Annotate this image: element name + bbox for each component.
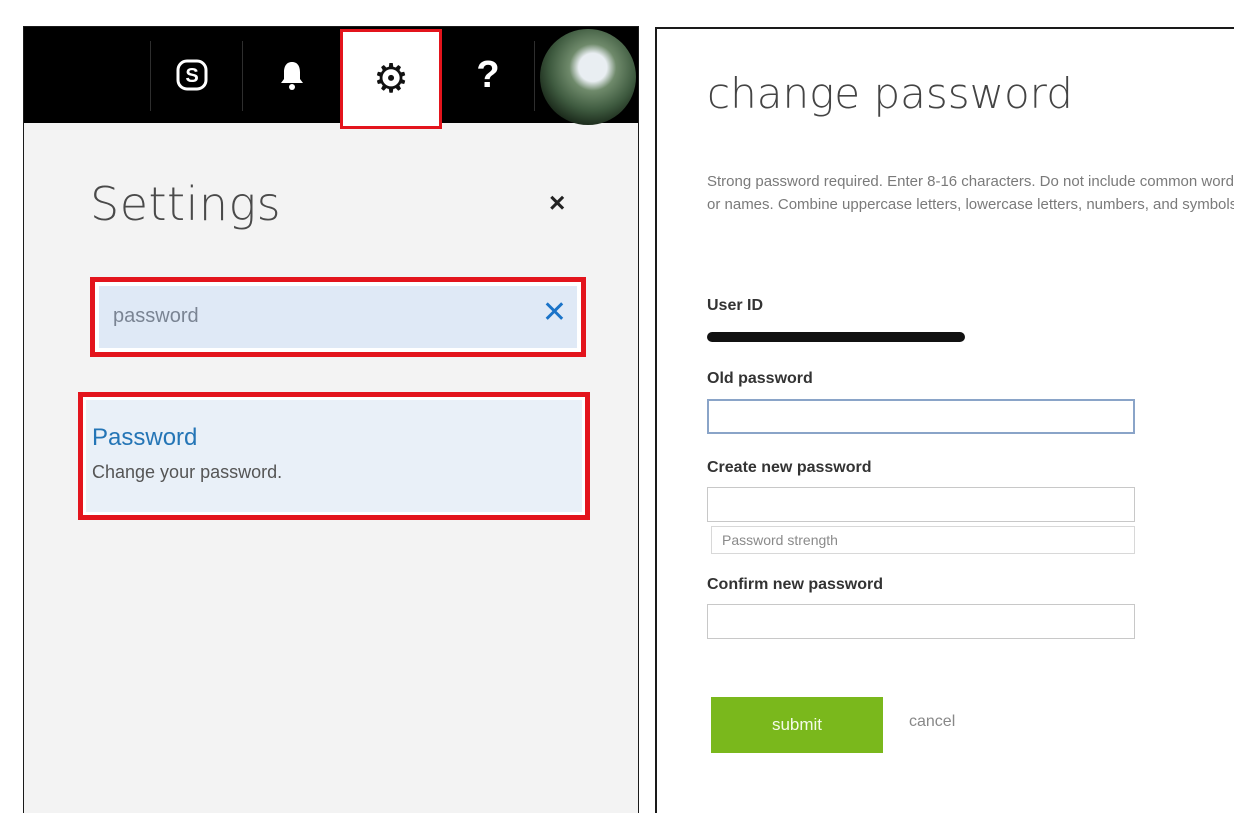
separator: [150, 41, 151, 111]
search-field: ✕: [99, 286, 577, 348]
password-requirements: Strong password required. Enter 8-16 cha…: [707, 173, 1234, 213]
search-result[interactable]: Password Change your password.: [78, 392, 590, 520]
separator: [242, 41, 243, 111]
avatar[interactable]: [540, 29, 636, 125]
search-result-item[interactable]: Password Change your password.: [86, 400, 582, 512]
old-password-label: Old password: [707, 370, 813, 387]
result-description: Change your password.: [92, 462, 283, 482]
old-password-field[interactable]: [707, 399, 1135, 434]
search-box: ✕: [90, 277, 586, 357]
bell-icon: [281, 62, 303, 90]
settings-panel: S ⚙ ? Settings × ✕ Password Change your: [23, 26, 639, 813]
top-navigation-bar: S ⚙ ?: [24, 27, 638, 129]
cancel-link[interactable]: cancel: [909, 713, 955, 731]
notifications-button[interactable]: [252, 27, 332, 123]
password-strength-meter: Password strength: [711, 526, 1135, 554]
clear-search-icon[interactable]: ✕: [542, 298, 567, 328]
separator: [534, 41, 535, 111]
confirm-password-label: Confirm new password: [707, 576, 884, 593]
result-title[interactable]: Password: [92, 424, 197, 452]
question-icon: ?: [476, 53, 500, 96]
page-title: change password: [707, 69, 1073, 118]
gear-icon: ⚙: [373, 56, 409, 102]
close-icon[interactable]: ×: [549, 189, 565, 217]
user-id-label: User ID: [707, 297, 764, 314]
help-button[interactable]: ?: [448, 27, 528, 123]
new-password-field[interactable]: [707, 487, 1135, 522]
settings-title: Settings: [90, 177, 282, 231]
search-input[interactable]: [111, 304, 515, 329]
change-password-panel: change password Strong password required…: [655, 27, 1234, 813]
skype-button[interactable]: S: [152, 27, 232, 123]
skype-icon: S: [176, 59, 208, 91]
confirm-password-field[interactable]: [707, 604, 1135, 639]
settings-button[interactable]: ⚙: [340, 29, 442, 129]
submit-button[interactable]: submit: [711, 697, 883, 753]
user-id-value-redacted: [707, 332, 965, 342]
svg-text:S: S: [185, 65, 198, 87]
new-password-label: Create new password: [707, 459, 872, 476]
